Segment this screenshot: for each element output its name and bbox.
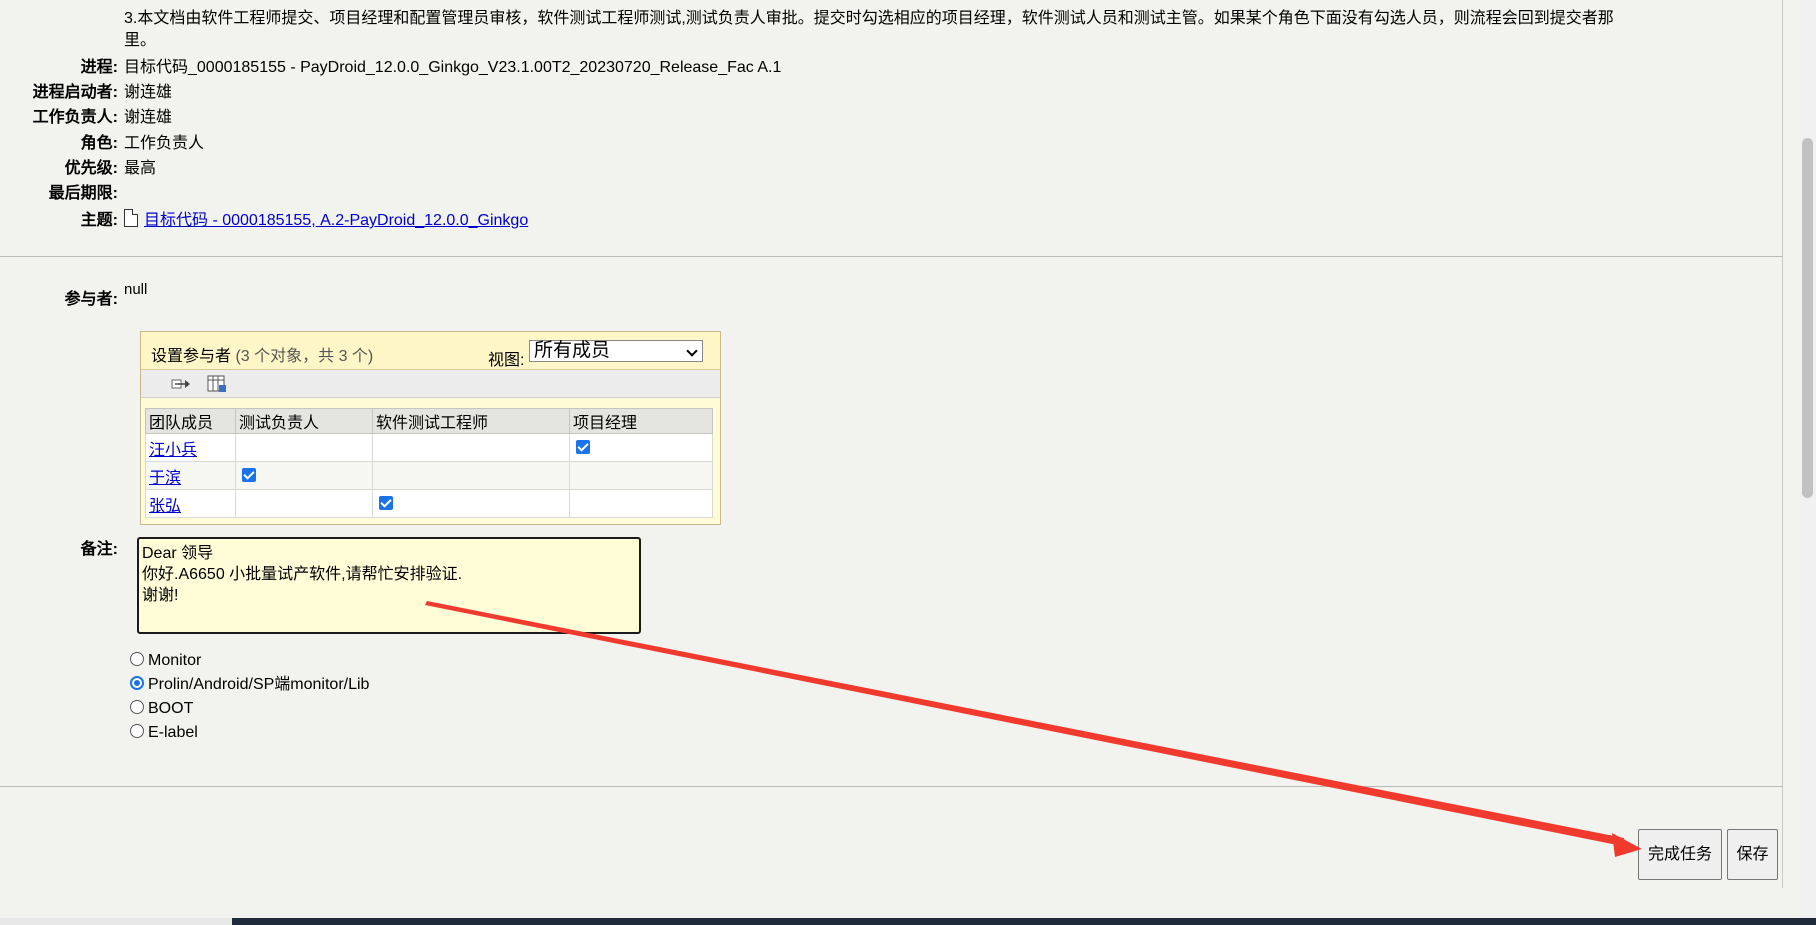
participants-panel-header: 设置参与者 (3 个对象，共 3 个) 视图: 所有成员 (141, 332, 720, 370)
option-monitor[interactable]: Monitor (130, 650, 201, 672)
col-sw-test-engineer[interactable]: 软件测试工程师 (372, 408, 570, 434)
option-label: Monitor (148, 652, 202, 669)
radio-button[interactable] (130, 652, 144, 666)
save-button[interactable]: 保存 (1727, 829, 1778, 880)
member-link[interactable]: 汪小兵 (149, 442, 197, 459)
task-description: 3.本文档由软件工程师提交、项目经理和配置管理员审核，软件测试工程师测试,测试负… (124, 10, 1614, 49)
priority-label: 优先级: (64, 160, 118, 177)
radio-button[interactable] (130, 724, 144, 738)
participants-title-text: 设置参与者 (151, 348, 232, 365)
radio-button-selected[interactable] (130, 676, 144, 690)
process-value: 目标代码_0000185155 - PayDroid_12.0.0_Ginkgo… (124, 59, 782, 76)
participants-value: null (124, 281, 148, 298)
priority-value: 最高 (124, 160, 157, 177)
member-cell: 张弘 (145, 489, 236, 518)
table-settings-icon[interactable] (207, 375, 227, 393)
assignee-label: 工作负责人: (32, 109, 118, 126)
table-header-row: 团队成员 测试负责人 软件测试工程师 项目经理 (145, 408, 713, 434)
col-test-lead[interactable]: 测试负责人 (235, 408, 373, 434)
deadline-label: 最后期限: (48, 185, 118, 202)
participants-toolbar (141, 370, 720, 398)
notes-textarea[interactable]: Dear 领导 你好.A6650 小批量试产软件,请帮忙安排验证. 谢谢! (137, 537, 641, 634)
initiator-value: 谢连雄 (124, 84, 173, 101)
subject-row: 主题: 目标代码 - 0000185155, A.2-PayDroid_12.0… (0, 209, 1000, 233)
radio-button[interactable] (130, 700, 144, 714)
table-row: 汪小兵 (145, 433, 713, 462)
subject-link[interactable]: 目标代码 - 0000185155, A.2-PayDroid_12.0.0_G… (144, 212, 528, 229)
view-label: 视图: (488, 352, 525, 369)
sw-test-engineer-cell[interactable] (372, 433, 570, 462)
option-boot[interactable]: BOOT (130, 698, 193, 720)
option-prolin[interactable]: Prolin/Android/SP端monitor/Lib (130, 674, 369, 696)
participants-count: (3 个对象，共 3 个) (235, 348, 374, 365)
sw-test-engineer-checkbox[interactable] (379, 496, 393, 511)
project-manager-checkbox[interactable] (576, 440, 590, 455)
col-team-member[interactable]: 团队成员 (145, 408, 236, 434)
process-row: 进程: 目标代码_0000185155 - PayDroid_12.0.0_Gi… (0, 56, 1000, 80)
view-select[interactable]: 所有成员 (529, 340, 703, 362)
initiator-label: 进程启动者: (32, 84, 118, 101)
participants-panel: 设置参与者 (3 个对象，共 3 个) 视图: 所有成员 团队成员 测试负责人 … (140, 331, 721, 525)
subject-value: 目标代码 - 0000185155, A.2-PayDroid_12.0.0_G… (124, 209, 528, 233)
chevron-down-icon (686, 345, 698, 357)
view-selected-value: 所有成员 (534, 340, 611, 361)
table-row: 张弘 (145, 489, 713, 518)
footer-divider (0, 786, 1783, 787)
test-lead-cell[interactable] (235, 433, 373, 462)
scrollbar-thumb[interactable] (1802, 138, 1813, 498)
role-label: 角色: (80, 135, 118, 152)
option-label: E-label (148, 724, 198, 741)
member-link[interactable]: 张弘 (149, 498, 181, 515)
option-label: BOOT (148, 700, 194, 717)
test-lead-checkbox[interactable] (242, 468, 256, 483)
subject-label: 主题: (80, 212, 118, 229)
process-label: 进程: (80, 59, 118, 76)
member-cell: 汪小兵 (145, 433, 236, 462)
test-lead-cell[interactable] (235, 489, 373, 518)
complete-task-button[interactable]: 完成任务 (1638, 829, 1722, 880)
sw-test-engineer-cell (372, 489, 570, 518)
task-form-page: 3.本文档由软件工程师提交、项目经理和配置管理员审核，软件测试工程师测试,测试负… (0, 0, 1783, 888)
document-icon (124, 209, 138, 227)
role-value: 工作负责人 (124, 135, 205, 152)
sw-test-engineer-cell[interactable] (372, 461, 570, 490)
add-participant-icon[interactable] (171, 375, 191, 393)
notes-label: 备注: (80, 541, 118, 558)
col-project-manager[interactable]: 项目经理 (569, 408, 713, 434)
participants-panel-title: 设置参与者 (3 个对象，共 3 个) (151, 342, 373, 366)
role-row: 角色: 工作负责人 (0, 132, 1000, 156)
option-label: Prolin/Android/SP端monitor/Lib (148, 676, 370, 693)
assignee-row: 工作负责人: 谢连雄 (0, 106, 1000, 130)
member-cell: 于滨 (145, 461, 236, 490)
project-manager-cell[interactable] (569, 461, 713, 490)
assignee-value: 谢连雄 (124, 109, 173, 126)
project-manager-cell[interactable] (569, 489, 713, 518)
vertical-scrollbar[interactable] (1799, 0, 1816, 925)
taskbar (0, 918, 1816, 925)
taskbar-left-area (0, 918, 232, 925)
option-elabel[interactable]: E-label (130, 722, 198, 744)
project-manager-cell (569, 433, 713, 462)
test-lead-cell (235, 461, 373, 490)
participants-row: 参与者: null (0, 281, 1000, 312)
section-divider (0, 256, 1783, 257)
participants-table: 团队成员 测试负责人 软件测试工程师 项目经理 汪小兵 于滨 张弘 (145, 408, 713, 518)
participants-label: 参与者: (64, 291, 118, 308)
priority-row: 优先级: 最高 (0, 157, 1000, 181)
table-row: 于滨 (145, 461, 713, 490)
deadline-row: 最后期限: (0, 182, 1000, 206)
member-link[interactable]: 于滨 (149, 470, 181, 487)
initiator-row: 进程启动者: 谢连雄 (0, 81, 1000, 105)
